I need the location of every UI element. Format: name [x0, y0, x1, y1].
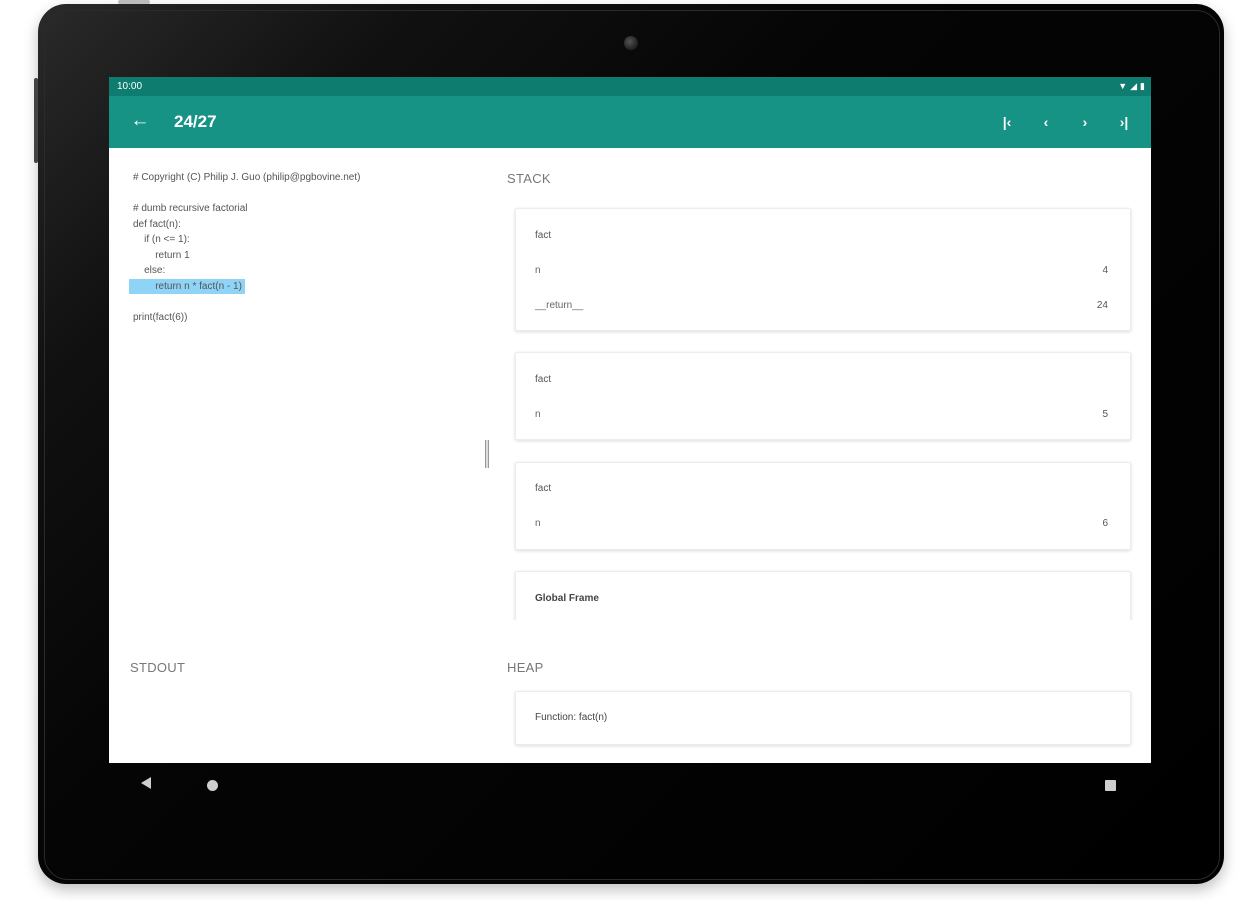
frame-var-value: 4: [1102, 265, 1108, 276]
status-icons: ▼ ◢ ▮: [1118, 80, 1145, 92]
code-line: def fact(n):: [133, 217, 473, 233]
pane-divider-handle[interactable]: [485, 440, 489, 468]
frame-name: fact: [535, 374, 552, 385]
code-line: print(fact(6)): [133, 310, 473, 326]
top-button: [118, 0, 150, 4]
app-toolbar: ← 24/27 |‹ ‹ › ›|: [109, 96, 1151, 148]
heap-object-label: Function: fact(n): [535, 712, 608, 723]
heap-title: HEAP: [507, 660, 544, 675]
code-line-text: # Copyright (C) Philip J. Guo (philip@pg…: [133, 172, 361, 183]
frame-name: fact: [535, 483, 552, 494]
heap-object: Function: fact(n): [515, 691, 1131, 745]
status-bar: 10:00 ▼ ◢ ▮: [109, 77, 1151, 96]
front-camera: [624, 36, 638, 50]
stdout-title: STDOUT: [130, 660, 186, 675]
frame-name: Global Frame: [535, 593, 599, 604]
code-line: if (n <= 1):: [133, 232, 473, 248]
nav-back-icon[interactable]: [141, 777, 151, 789]
frame-var-name: n: [535, 265, 541, 276]
code-line: else:: [133, 263, 473, 279]
frame-var-name: n: [535, 518, 541, 529]
code-line-text: return 1: [133, 249, 190, 261]
code-line: # dumb recursive factorial: [133, 201, 473, 217]
chevron-right-icon[interactable]: ›: [1073, 110, 1097, 134]
code-line: # Copyright (C) Philip J. Guo (philip@pg…: [133, 170, 473, 186]
frame-var-value: 5: [1102, 409, 1108, 420]
code-line-text: if (n <= 1):: [133, 234, 190, 245]
nav-home-icon[interactable]: [207, 780, 218, 791]
status-time: 10:00: [117, 81, 143, 92]
stack-frame: fact n 5: [515, 352, 1131, 440]
stack-frame: fact n 4 __return__ 24: [515, 208, 1131, 331]
frame-var-value: 6: [1102, 518, 1108, 529]
frame-var-name: __return__: [535, 300, 584, 311]
stack-frame: fact n 6: [515, 462, 1131, 550]
skip-last-icon[interactable]: ›|: [1112, 110, 1136, 134]
stack-frames: fact n 4 __return__ 24 fact n 5 fact n 6…: [507, 200, 1147, 620]
code-line-text: # dumb recursive factorial: [133, 203, 248, 214]
signal-icon: ◢: [1130, 81, 1138, 91]
app-screen: 10:00 ▼ ◢ ▮ ← 24/27 |‹ ‹ › ›| # Copyrigh…: [109, 77, 1151, 763]
frame-var-value: 24: [1096, 300, 1108, 311]
side-button: [34, 78, 38, 163]
arrow-left-icon[interactable]: ←: [129, 110, 151, 132]
wifi-icon: ▼: [1118, 81, 1128, 91]
skip-first-icon[interactable]: |‹: [995, 110, 1019, 134]
visualizer-content: # Copyright (C) Philip J. Guo (philip@pg…: [109, 148, 1151, 763]
code-line: return 1: [133, 248, 473, 264]
global-frame: Global Frame: [515, 571, 1131, 620]
stack-title: STACK: [507, 171, 551, 186]
chevron-left-icon[interactable]: ‹: [1034, 110, 1058, 134]
frame-var-name: n: [535, 409, 541, 420]
code-line-text: else:: [133, 265, 166, 276]
code-panel: # Copyright (C) Philip J. Guo (philip@pg…: [129, 170, 473, 326]
battery-icon: ▮: [1140, 81, 1145, 91]
code-line-text: print(fact(6)): [133, 311, 188, 323]
nav-recents-icon[interactable]: [1105, 780, 1116, 791]
code-line: return n * fact(n - 1): [129, 278, 473, 294]
step-counter: 24/27: [174, 112, 217, 131]
current-line-highlight: return n * fact(n - 1): [129, 278, 245, 294]
frame-name: fact: [535, 230, 552, 241]
code-line-text: def fact(n):: [133, 218, 181, 230]
